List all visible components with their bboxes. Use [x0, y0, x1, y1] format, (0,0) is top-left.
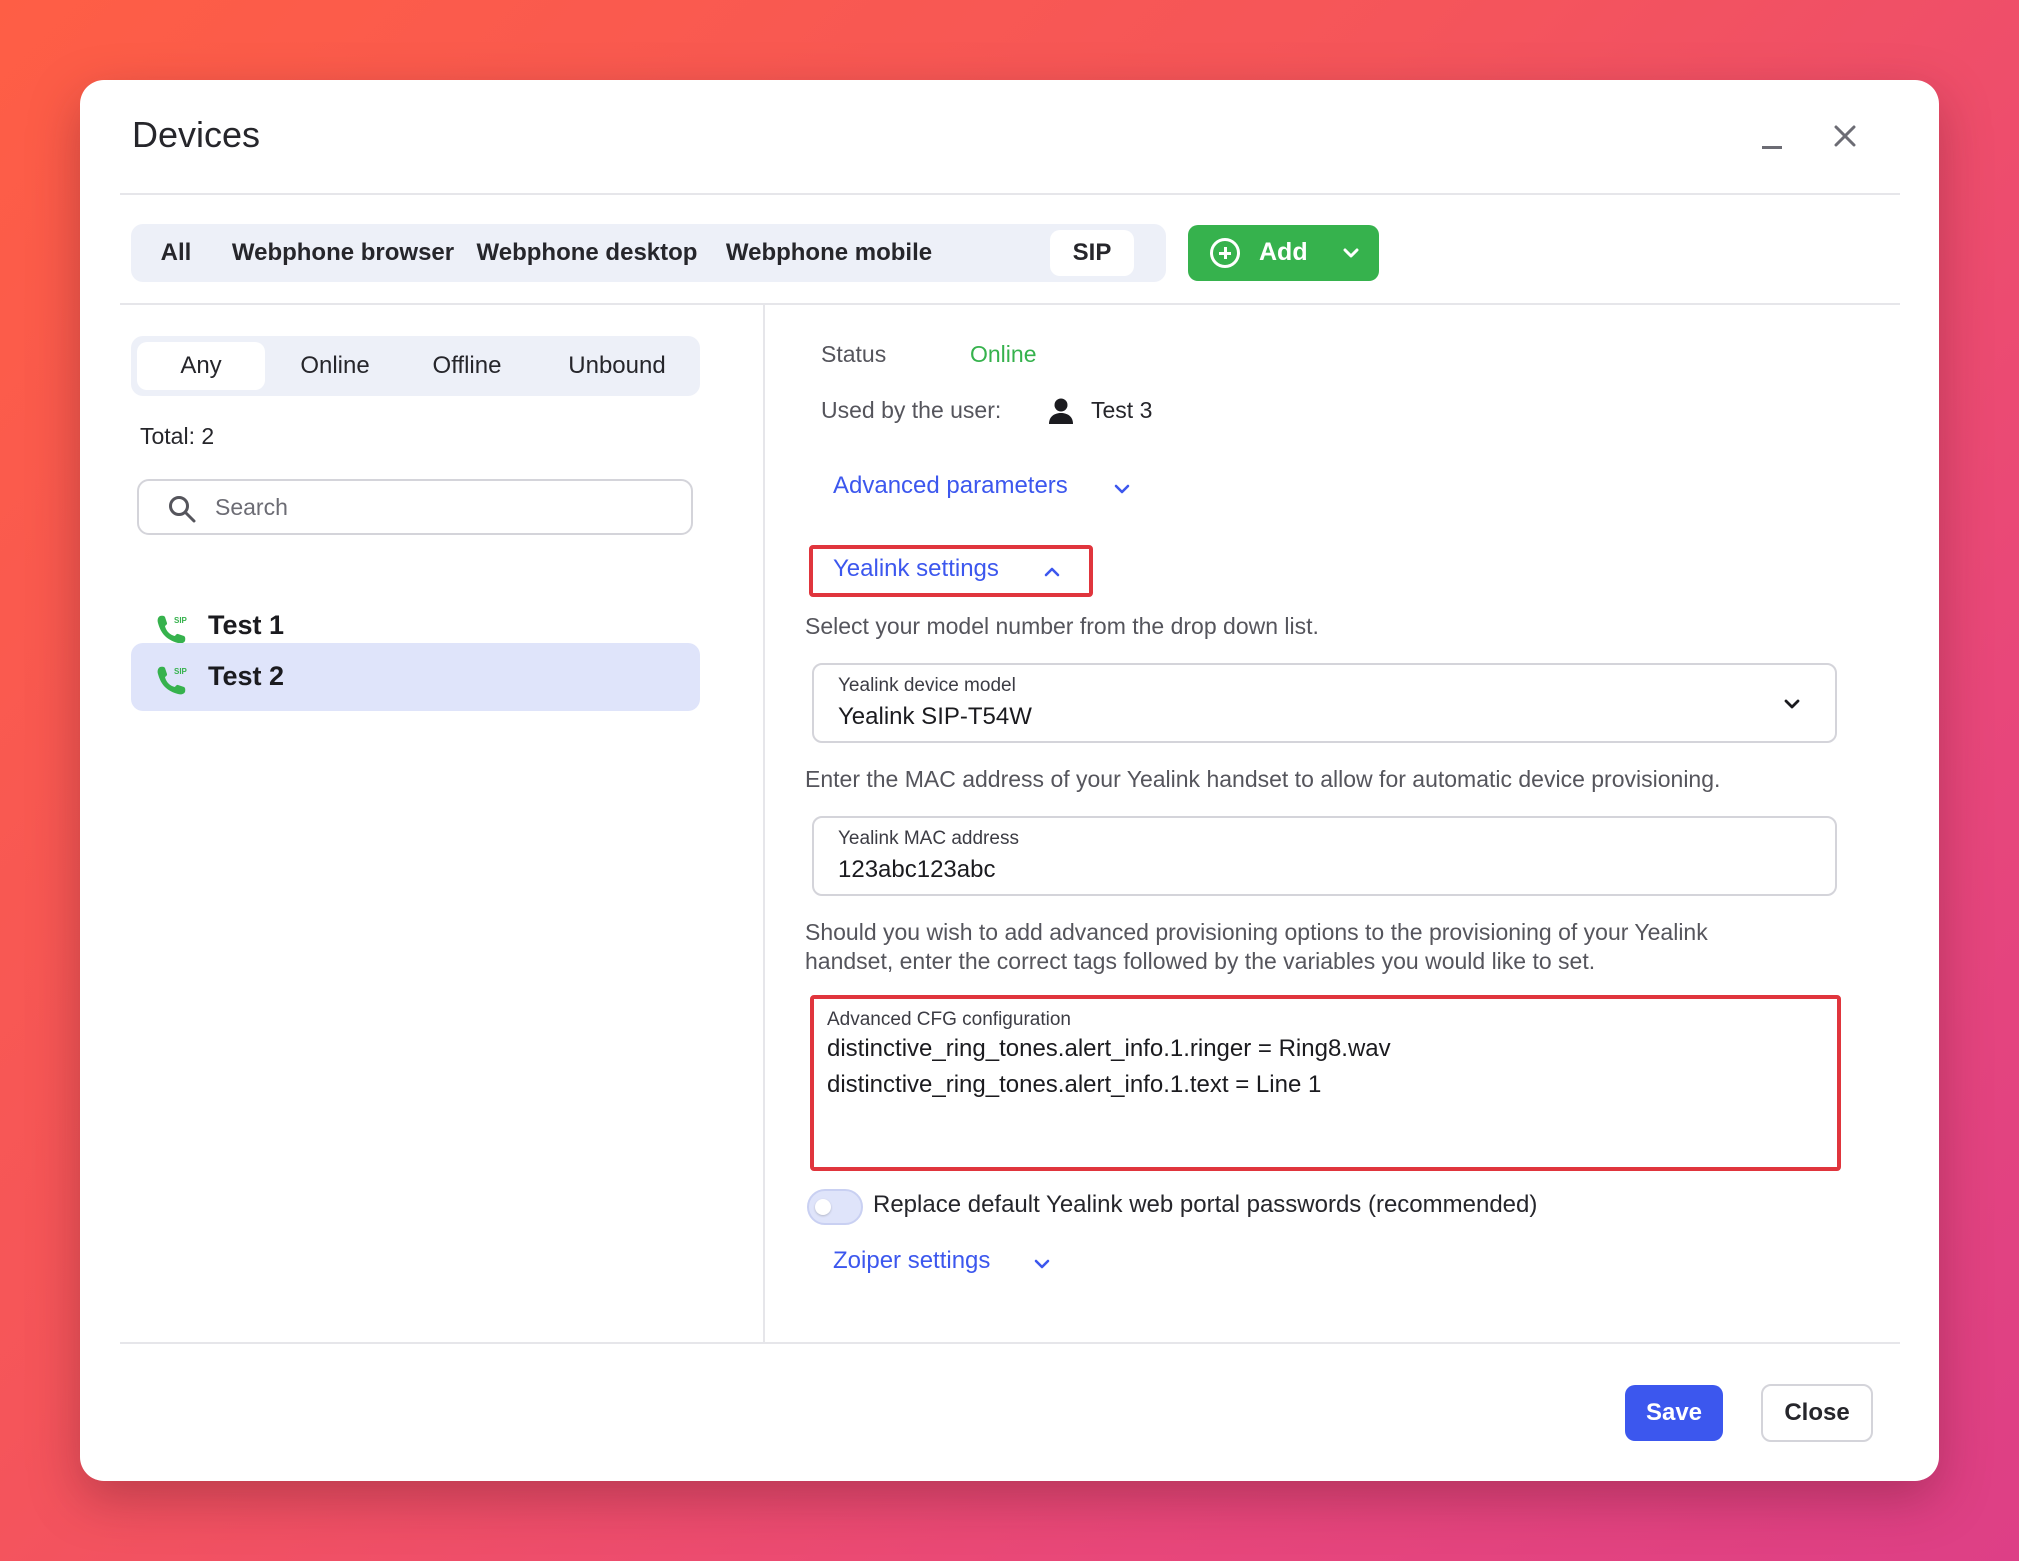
panel-divider: [763, 305, 765, 1343]
add-button[interactable]: Add: [1188, 225, 1379, 281]
zoiper-settings-toggle[interactable]: Zoiper settings: [833, 1247, 1063, 1281]
filter-offline[interactable]: Offline: [405, 342, 529, 390]
tab-webphone-mobile[interactable]: Webphone mobile: [719, 230, 939, 276]
advanced-parameters-label: Advanced parameters: [833, 472, 1068, 499]
minimize-icon: [1762, 146, 1782, 149]
zoiper-settings-label: Zoiper settings: [833, 1247, 991, 1274]
filter-online[interactable]: Online: [275, 342, 395, 390]
toggle-knob: [815, 1199, 831, 1215]
status-value: Online: [970, 341, 1037, 367]
sip-phone-icon: SIP: [155, 663, 191, 702]
filter-unbound[interactable]: Unbound: [539, 342, 695, 390]
device-name: Test 2: [208, 661, 285, 691]
chevron-down-icon: [1034, 1259, 1050, 1269]
footer-divider: [120, 1342, 1900, 1344]
chevron-down-icon: [1779, 691, 1805, 722]
device-type-tabs: All Webphone browser Webphone desktop We…: [131, 224, 1166, 282]
chevron-down-icon: [1114, 484, 1130, 494]
status-label: Status: [821, 341, 887, 367]
header-divider: [120, 193, 1900, 195]
used-by-value: Test 3: [1091, 397, 1153, 423]
close-icon[interactable]: [1825, 116, 1865, 156]
tabs-divider: [120, 303, 1900, 305]
svg-text:SIP: SIP: [174, 616, 188, 625]
device-name: Test 1: [208, 610, 285, 640]
modal-title: Devices: [132, 114, 261, 155]
search-icon: [167, 494, 197, 529]
save-button[interactable]: Save: [1625, 1385, 1723, 1441]
search-input[interactable]: [215, 491, 675, 523]
mac-description: Enter the MAC address of your Yealink ha…: [805, 766, 1721, 792]
svg-text:SIP: SIP: [174, 667, 188, 676]
model-description: Select your model number from the drop d…: [805, 613, 1319, 639]
close-button[interactable]: Close: [1761, 1384, 1873, 1442]
search-box: [137, 479, 693, 535]
user-icon: [1046, 396, 1076, 431]
filter-any[interactable]: Any: [137, 342, 265, 390]
cfg-description-line-2: handset, enter the correct tags followed…: [805, 948, 1596, 974]
tab-webphone-browser[interactable]: Webphone browser: [231, 230, 455, 276]
advanced-cfg-highlight: [810, 995, 1841, 1171]
device-item-test-2[interactable]: SIP Test 2: [131, 643, 700, 711]
replace-passwords-toggle[interactable]: [807, 1189, 863, 1225]
used-by-label: Used by the user:: [821, 397, 1002, 423]
advanced-parameters-toggle[interactable]: Advanced parameters: [833, 472, 1133, 506]
status-filter-tabs: Any Online Offline Unbound: [131, 336, 700, 396]
model-select-value: Yealink SIP-T54W: [838, 703, 1032, 730]
tab-all[interactable]: All: [137, 230, 215, 276]
mac-address-label: Yealink MAC address: [838, 828, 1019, 849]
tab-sip[interactable]: SIP: [1050, 230, 1134, 276]
tab-webphone-desktop[interactable]: Webphone desktop: [471, 230, 703, 276]
yealink-settings-label: Yealink settings: [833, 555, 999, 582]
chevron-up-icon: [1044, 567, 1060, 577]
model-select-label: Yealink device model: [838, 675, 1016, 696]
devices-modal: Devices All Webphone browser Webphone de…: [80, 80, 1939, 1481]
model-select[interactable]: Yealink device model Yealink SIP-T54W: [812, 663, 1837, 743]
total-count: Total: 2: [140, 423, 215, 449]
mac-address-value: 123abc123abc: [838, 856, 996, 883]
chevron-down-icon: [1337, 239, 1365, 272]
replace-passwords-label: Replace default Yealink web portal passw…: [873, 1191, 1538, 1218]
mac-address-field[interactable]: Yealink MAC address 123abc123abc: [812, 816, 1837, 896]
cfg-description-line-1: Should you wish to add advanced provisio…: [805, 919, 1708, 945]
minimize-button[interactable]: [1752, 116, 1792, 156]
add-circle-icon: [1210, 238, 1240, 268]
yealink-settings-toggle[interactable]: Yealink settings: [833, 555, 1073, 589]
add-button-label: Add: [1259, 238, 1308, 266]
